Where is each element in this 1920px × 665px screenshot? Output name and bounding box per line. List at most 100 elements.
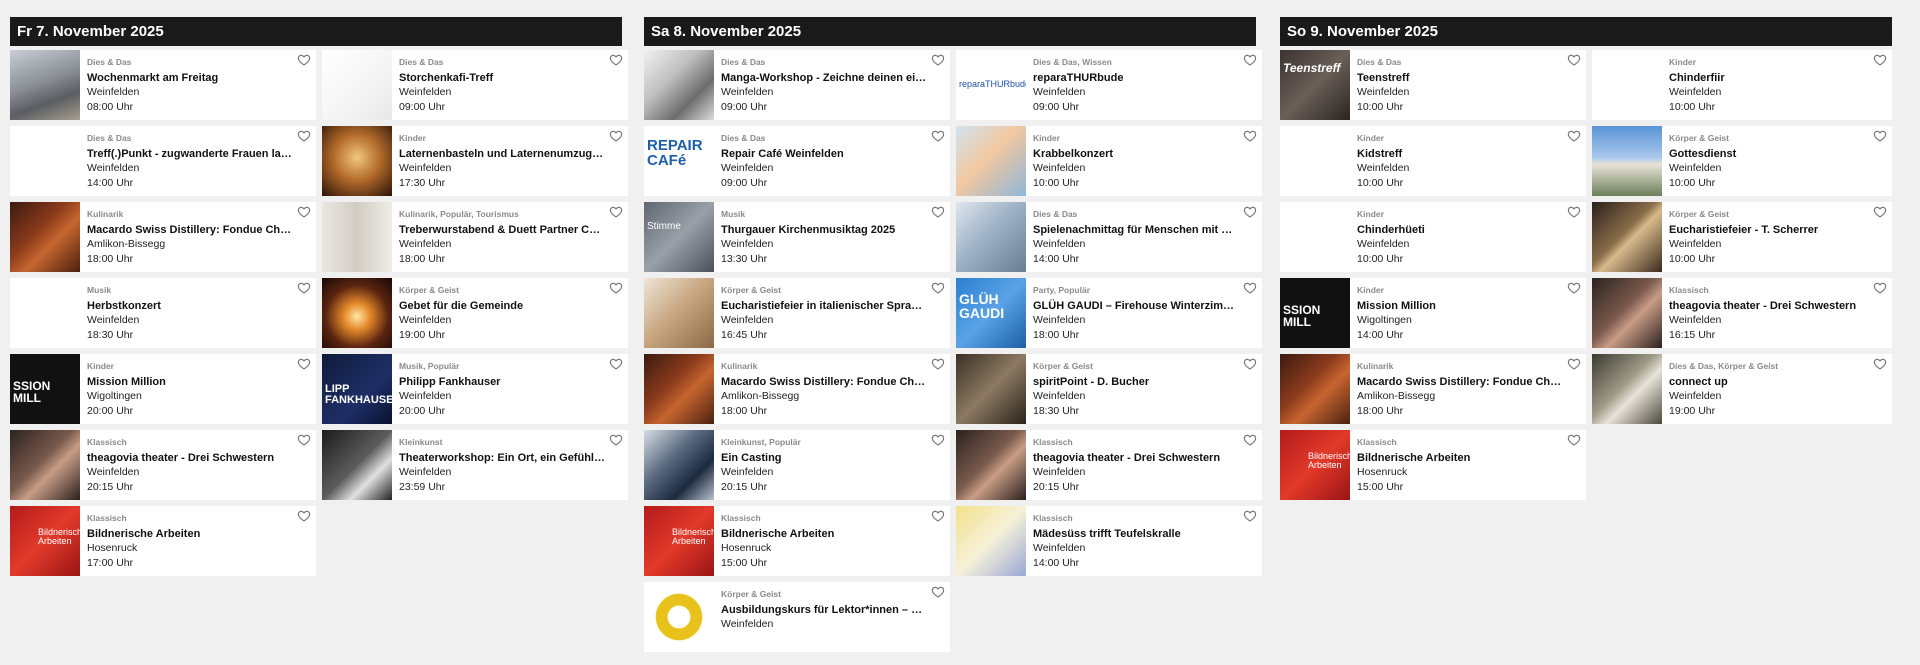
event-card[interactable]: GLÜH GAUDI Party, Populär GLÜH GAUDI – Fir… [956,278,1262,348]
heart-icon[interactable] [1243,129,1257,143]
heart-icon[interactable] [931,357,945,371]
event-title[interactable]: Wochenmarkt am Freitag [87,71,294,85]
heart-icon[interactable] [931,433,945,447]
heart-icon[interactable] [609,129,623,143]
event-card[interactable]: Klassisch theagovia theater - Drei Schwes… [10,430,316,500]
event-image[interactable]: LIPP FANKHAUSER [322,354,392,424]
heart-icon[interactable] [1567,357,1581,371]
heart-icon[interactable] [1567,53,1581,67]
event-title[interactable]: Laternenbasteln und Laternenumzug im Fa.… [399,147,606,161]
heart-icon[interactable] [1873,205,1887,219]
event-image[interactable] [644,430,714,500]
event-title[interactable]: Philipp Fankhauser [399,375,606,389]
heart-icon[interactable] [1873,357,1887,371]
event-title[interactable]: Mädesüss trifft Teufelskralle [1033,527,1240,541]
heart-icon[interactable] [1243,357,1257,371]
heart-icon[interactable] [1243,509,1257,523]
event-card[interactable]: Kinder Krabbelkonzert Weinfelden 10:00 Uhr [956,126,1262,196]
event-image[interactable] [322,126,392,196]
event-title[interactable]: Macardo Swiss Distillery: Fondue Chalet [1357,375,1564,389]
event-image[interactable] [1280,202,1350,272]
heart-icon[interactable] [1567,205,1581,219]
event-image[interactable] [644,354,714,424]
event-title[interactable]: Spielenachmittag für Menschen mit Demenz [1033,223,1240,237]
event-card[interactable]: Kleinkunst Theaterworkshop: Ein Ort, ein … [322,430,628,500]
event-title[interactable]: Thurgauer Kirchenmusiktag 2025 [721,223,928,237]
event-title[interactable]: Ausbildungskurs für Lektor*innen – Leben… [721,603,928,617]
event-image[interactable] [956,126,1026,196]
heart-icon[interactable] [297,205,311,219]
event-card[interactable]: Stimme Musik Thurgauer Kirchenmusiktag 202… [644,202,950,272]
heart-icon[interactable] [931,509,945,523]
event-title[interactable]: Kidstreff [1357,147,1564,161]
heart-icon[interactable] [931,129,945,143]
event-title[interactable]: Bildnerische Arbeiten [721,527,928,541]
event-title[interactable]: GLÜH GAUDI – Firehouse Winterzimmer O... [1033,299,1240,313]
event-title[interactable]: Mission Million [1357,299,1564,313]
event-title[interactable]: Bildnerische Arbeiten [1357,451,1564,465]
event-title[interactable]: Treff(.)Punkt - zugwanderte Frauen laden… [87,147,294,161]
event-card[interactable]: Körper & Geist Eucharistiefeier - T. Sche… [1592,202,1892,272]
event-card[interactable]: Bildnerische Arbeiten Klassisch Bildnerisc… [10,506,316,576]
heart-icon[interactable] [297,129,311,143]
event-image[interactable] [1280,126,1350,196]
event-image[interactable]: SSION MILL [10,354,80,424]
event-title[interactable]: Ein Casting [721,451,928,465]
event-card[interactable]: Kleinkunst, Populär Ein Casting Weinfelden… [644,430,950,500]
heart-icon[interactable] [1873,129,1887,143]
event-image[interactable]: Bildnerische Arbeiten [644,506,714,576]
event-image[interactable] [10,50,80,120]
event-image[interactable]: Bildnerische Arbeiten [10,506,80,576]
heart-icon[interactable] [609,205,623,219]
event-card[interactable]: Klassisch theagovia theater - Drei Schwes… [1592,278,1892,348]
event-title[interactable]: Manga-Workshop - Zeichne deinen eigene..… [721,71,928,85]
event-title[interactable]: theagovia theater - Drei Schwestern [1669,299,1870,313]
event-title[interactable]: theagovia theater - Drei Schwestern [87,451,294,465]
event-title[interactable]: Macardo Swiss Distillery: Fondue Chalet [721,375,928,389]
event-image[interactable] [10,278,80,348]
event-card[interactable]: Bildnerische Arbeiten Klassisch Bildnerisc… [644,506,950,576]
event-image[interactable] [322,202,392,272]
event-image[interactable]: reparaTHURbude [956,50,1026,120]
event-card[interactable]: REPAIR CAFé Dies & Das Repair Café Weinfel… [644,126,950,196]
heart-icon[interactable] [297,433,311,447]
heart-icon[interactable] [1567,281,1581,295]
event-image[interactable] [1592,50,1662,120]
event-title[interactable]: spiritPoint - D. Bucher [1033,375,1240,389]
event-image[interactable] [956,354,1026,424]
event-image[interactable]: SSION MILL [1280,278,1350,348]
event-card[interactable]: Bildnerische Arbeiten Klassisch Bildnerisc… [1280,430,1586,500]
event-card[interactable]: Dies & Das Storchenkafi-Treff Weinfelden 09… [322,50,628,120]
event-card[interactable]: Körper & Geist Eucharistiefeier in italie… [644,278,950,348]
heart-icon[interactable] [1243,281,1257,295]
event-image[interactable] [1280,354,1350,424]
event-image[interactable]: REPAIR CAFé [644,126,714,196]
event-card[interactable]: Kinder Laternenbasteln und Laternenumzug … [322,126,628,196]
event-image[interactable] [1592,354,1662,424]
event-image[interactable]: Teenstreff [1280,50,1350,120]
heart-icon[interactable] [1243,205,1257,219]
heart-icon[interactable] [297,281,311,295]
heart-icon[interactable] [931,585,945,599]
event-card[interactable]: Körper & Geist Gottesdienst Weinfelden 10:0… [1592,126,1892,196]
event-title[interactable]: Treberwurstabend & Duett Partner Cave du… [399,223,606,237]
event-title[interactable]: Gebet für die Gemeinde [399,299,606,313]
event-title[interactable]: theagovia theater - Drei Schwestern [1033,451,1240,465]
heart-icon[interactable] [297,53,311,67]
event-title[interactable]: Krabbelkonzert [1033,147,1240,161]
event-image[interactable] [956,202,1026,272]
event-card[interactable]: Dies & Das Wochenmarkt am Freitag Weinfeld… [10,50,316,120]
event-card[interactable]: Kulinarik, Populär, Tourismus Treberwurst… [322,202,628,272]
event-card[interactable]: Musik Herbstkonzert Weinfelden 18:30 Uhr [10,278,316,348]
event-card[interactable]: Körper & Geist Ausbildungskurs für Lektor… [644,582,950,652]
event-card[interactable]: Körper & Geist Gebet für die Gemeinde Wein… [322,278,628,348]
event-card[interactable]: Kinder Chinderhüeti Weinfelden 10:00 Uhr [1280,202,1586,272]
heart-icon[interactable] [609,433,623,447]
event-image[interactable] [10,126,80,196]
event-image[interactable] [322,430,392,500]
event-title[interactable]: Eucharistiefeier in italienischer Sprach… [721,299,928,313]
event-title[interactable]: Storchenkafi-Treff [399,71,606,85]
event-card[interactable]: Körper & Geist spiritPoint - D. Bucher Wei… [956,354,1262,424]
event-card[interactable]: Dies & Das, Körper & Geist connect up Wein… [1592,354,1892,424]
event-card[interactable]: Dies & Das Treff(.)Punkt - zugwanderte Fr… [10,126,316,196]
